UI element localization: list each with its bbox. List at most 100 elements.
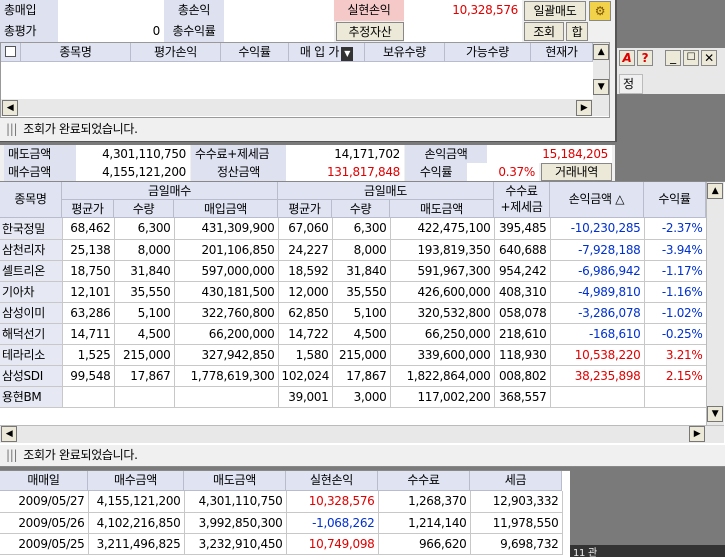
hist-col-fee[interactable]: 수수료 <box>378 471 470 491</box>
bulk-sell-button[interactable]: 일괄매도 <box>524 1 586 21</box>
sell-amount-value: 4,301,110,750 <box>76 145 190 163</box>
table-row[interactable]: 삼성SDI 99,548 17,867 1,778,619,300 102,024 17,… <box>0 365 707 387</box>
table-row[interactable]: 기아차 12,101 35,550 430,181,500 12,000 35,550 42… <box>0 281 707 303</box>
trade-cell-samt: 591,967,300 <box>390 260 495 282</box>
trade-cell-bavg: 68,462 <box>62 218 115 240</box>
history-row[interactable]: 2009/05/26 4,102,216,850 3,992,850,300 -1,0… <box>0 512 563 534</box>
trade-hscrollbar[interactable] <box>0 425 724 443</box>
holdings-col-avail-qty[interactable]: 가능수량 <box>445 43 531 62</box>
trade-cell-name: 기아차 <box>0 281 63 303</box>
history-row[interactable]: 2009/05/27 4,155,121,200 4,301,110,750 10,3… <box>0 491 563 513</box>
col-sell-avg[interactable]: 평균가 <box>278 200 332 218</box>
trade-cell-savg: 18,592 <box>278 260 333 282</box>
trade-cell-fee: 058,078 <box>494 302 551 324</box>
dropdown-arrow-icon[interactable]: ▼ <box>341 47 354 61</box>
holdings-col-held-qty[interactable]: 보유수량 <box>365 43 445 62</box>
group-today-buy: 금일매수 <box>62 182 278 200</box>
trade-cell-bqty: 215,000 <box>114 344 175 366</box>
estimated-assets-value <box>404 21 522 42</box>
hist-col-date[interactable]: 매매일 <box>0 471 88 491</box>
table-row[interactable]: 삼천리자 25,138 8,000 201,106,850 24,227 8,000 193… <box>0 239 707 261</box>
trade-cell-bamt: 201,106,850 <box>174 239 279 261</box>
query-button[interactable]: 조회 <box>524 22 564 41</box>
trade-cell-bqty: 8,000 <box>114 239 175 261</box>
trade-cell-samt: 66,250,000 <box>390 323 495 345</box>
scroll-down-icon[interactable]: ▼ <box>593 79 609 95</box>
table-row[interactable]: 셀트리온 18,750 31,840 597,000,000 18,592 31,840 5… <box>0 260 707 282</box>
trade-cell-savg: 102,024 <box>278 365 333 387</box>
trade-panel: 종목명 금일매수 금일매도 수수료 +제세금 손익금액 △ 수익률 평균가 수량 … <box>0 181 725 445</box>
col-return[interactable]: 수익률 <box>644 182 706 218</box>
trade-scroll-up-icon[interactable]: ▲ <box>707 183 723 199</box>
total-return-label: 총수익률 <box>164 21 224 42</box>
pl-amount-label: 손익금액 <box>405 145 487 163</box>
pl-amount-value: 15,184,205 <box>487 145 612 163</box>
holdings-select-all-checkbox[interactable] <box>1 43 21 62</box>
trade-history-button[interactable]: 거래내역 <box>541 163 612 181</box>
trade-cell-fee: 008,802 <box>494 365 551 387</box>
trade-cell-bamt: 431,309,900 <box>174 218 279 240</box>
sell-amount-label: 매도금액 <box>4 145 76 163</box>
scroll-left-icon[interactable]: ◀ <box>2 100 18 116</box>
holdings-col-current-price[interactable]: 현재가 <box>531 43 593 62</box>
settings-gear-icon[interactable]: ⚙ <box>589 1 611 21</box>
realized-pl-value: 10,328,576 <box>404 0 522 21</box>
table-row[interactable]: 해덕선기 14,711 4,500 66,200,000 14,722 4,500 66,2… <box>0 323 707 345</box>
trade-cell-sqty: 6,300 <box>332 218 391 240</box>
realized-pl-label: 실현손익 <box>334 0 404 21</box>
table-row[interactable]: 용현BM 39,001 3,000 117,002,200 368,557 <box>0 386 707 408</box>
text-size-icon[interactable]: A <box>619 50 635 66</box>
table-row[interactable]: 테라리소 1,525 215,000 327,942,850 1,580 215,000 3… <box>0 344 707 366</box>
trade-cell-bavg: 25,138 <box>62 239 115 261</box>
trade-cell-bamt <box>174 386 279 408</box>
holdings-col-buy-price[interactable]: 매 입 가 ▼ <box>289 43 365 62</box>
status-grip-icon: ||| <box>6 448 18 462</box>
table-row[interactable]: 삼성이미 63,286 5,100 322,760,800 62,850 5,100 320… <box>0 302 707 324</box>
col-buy-qty[interactable]: 수량 <box>114 200 174 218</box>
history-cell-tax: 12,903,332 <box>470 491 563 513</box>
trade-cell-name: 용현BM <box>0 386 63 408</box>
trade-cell-fee: 640,688 <box>494 239 551 261</box>
col-pl-amount[interactable]: 손익금액 △ <box>550 182 644 218</box>
hist-col-pl[interactable]: 실현손익 <box>286 471 378 491</box>
hist-col-tax[interactable]: 세금 <box>470 471 562 491</box>
sum-button[interactable]: 합 <box>566 22 588 41</box>
trade-scroll-left-icon[interactable]: ◀ <box>1 426 17 442</box>
trade-cell-name: 셀트리온 <box>0 260 63 282</box>
trade-scroll-right-icon[interactable]: ▶ <box>689 426 705 442</box>
trade-cell-ret: -3.94% <box>644 239 707 261</box>
col-buy-amount[interactable]: 매입금액 <box>174 200 278 218</box>
trade-cell-sqty: 4,500 <box>332 323 391 345</box>
scroll-up-icon[interactable]: ▲ <box>593 44 609 60</box>
close-icon[interactable]: ✕ <box>701 50 717 66</box>
col-fee-tax[interactable]: 수수료 +제세금 <box>494 182 550 218</box>
trade-cell-ret: -1.16% <box>644 281 707 303</box>
holdings-hscrollbar[interactable] <box>1 99 609 116</box>
history-cell-date: 2009/05/25 <box>0 533 89 555</box>
estimated-assets-button[interactable]: 추정자산 <box>336 22 404 41</box>
history-row[interactable]: 2009/05/25 3,211,496,825 3,232,910,450 10,7… <box>0 533 563 555</box>
hist-col-buy[interactable]: 매수금액 <box>88 471 184 491</box>
table-row[interactable]: 한국정밀 68,462 6,300 431,309,900 67,060 6,300 422… <box>0 218 707 240</box>
history-cell-sell: 3,992,850,300 <box>184 512 287 534</box>
scroll-right-icon[interactable]: ▶ <box>576 100 592 116</box>
holdings-col-return[interactable]: 수익률 <box>221 43 289 62</box>
history-cell-sell: 3,232,910,450 <box>184 533 287 555</box>
maximize-icon[interactable]: ☐ <box>683 50 699 66</box>
help-icon[interactable]: ? <box>637 50 653 66</box>
minimize-icon[interactable]: _ <box>665 50 681 66</box>
col-buy-avg[interactable]: 평균가 <box>62 200 114 218</box>
trade-cell-bavg: 18,750 <box>62 260 115 282</box>
trade-cell-pl <box>550 386 645 408</box>
col-stock-name[interactable]: 종목명 <box>0 182 62 218</box>
trade-scroll-down-icon[interactable]: ▼ <box>707 406 723 422</box>
col-sell-qty[interactable]: 수량 <box>332 200 390 218</box>
return-label: 수익률 <box>405 163 467 181</box>
trade-vscrollbar[interactable] <box>706 182 724 425</box>
top-window: 총매입 총손익 실현손익 10,328,576 일괄매도 ⚙ 총평가 0 총수익… <box>0 0 617 142</box>
trade-cell-pl: -6,986,942 <box>550 260 645 282</box>
hist-col-sell[interactable]: 매도금액 <box>184 471 286 491</box>
col-sell-amount[interactable]: 매도금액 <box>390 200 494 218</box>
holdings-col-name[interactable]: 종목명 <box>21 43 131 62</box>
holdings-col-eval-pl[interactable]: 평가손익 <box>131 43 221 62</box>
